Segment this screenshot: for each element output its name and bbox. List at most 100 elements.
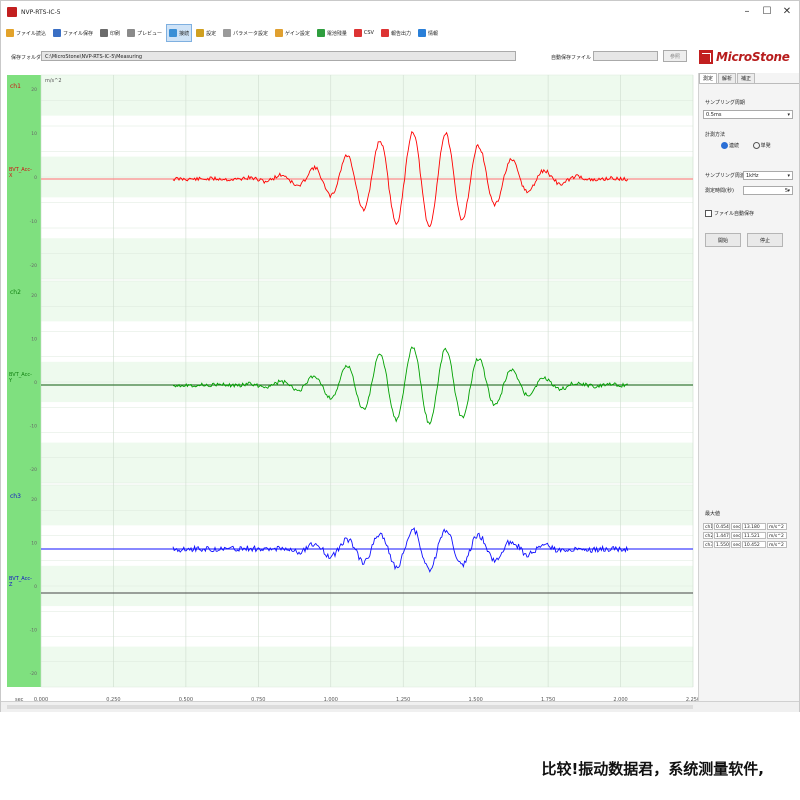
horizontal-scrollbar[interactable] bbox=[7, 705, 693, 709]
sensor-label: X bbox=[9, 173, 13, 179]
toolbar-icon bbox=[169, 29, 178, 37]
readout-cell-ch: ch3 bbox=[703, 541, 713, 548]
maximize-button[interactable]: ☐ bbox=[758, 3, 776, 21]
band-stripe bbox=[41, 115, 693, 157]
toolbar-button-0[interactable]: ファイル読込 bbox=[3, 24, 49, 42]
toolbar: ファイル読込 ファイル保存 印刷 プレビュー 接続 設定 パラメータ設定 ゲイン設定 電池残量 C… bbox=[1, 23, 799, 43]
logo-text: MicroStone bbox=[716, 50, 790, 64]
toolbar-button-6[interactable]: パラメータ設定 bbox=[220, 24, 271, 42]
autosave-file-field[interactable] bbox=[593, 51, 658, 61]
readout-table: ch1 0.454 sec 13.180 m/s^2 ch2 1.447 sec 11.521 m… bbox=[703, 522, 795, 549]
waveform-plot[interactable]: ch1BVT_Acc-X20100-10-20ch2BVT_Acc-Y20100… bbox=[1, 71, 698, 707]
checkbox-icon bbox=[705, 210, 712, 217]
readout-cell-vu: m/s^2 bbox=[767, 523, 787, 530]
sensor-label: Z bbox=[9, 582, 13, 588]
readout-cell-vu: m/s^2 bbox=[767, 541, 787, 548]
readout-cell-t: 0.454 bbox=[714, 523, 730, 530]
readout-row: ch1 0.454 sec 13.180 m/s^2 bbox=[703, 522, 795, 531]
path-row: 保存フォルダ C:\MicroStone\NVP-RTS-IC-5\Measur… bbox=[1, 45, 691, 69]
radio-off-icon bbox=[752, 142, 760, 149]
toolbar-label: ファイル読込 bbox=[16, 30, 47, 37]
app-icon bbox=[7, 7, 17, 17]
readout-cell-t: 1.550 bbox=[714, 541, 730, 548]
close-button[interactable]: ✕ bbox=[778, 3, 796, 21]
y-tick-label: -20 bbox=[30, 467, 37, 473]
toolbar-button-4[interactable]: 接続 bbox=[166, 24, 193, 42]
sensor-label: BVT_Acc- bbox=[9, 167, 32, 173]
toolbar-button-11[interactable]: 情報 bbox=[415, 24, 441, 42]
band-stripe bbox=[41, 442, 693, 483]
readout-cell-vu: m/s^2 bbox=[767, 532, 787, 539]
save-folder-label: 保存フォルダ bbox=[11, 55, 42, 61]
toolbar-button-5[interactable]: 設定 bbox=[193, 24, 219, 42]
toolbar-label: 電池残量 bbox=[326, 30, 347, 37]
toolbar-icon bbox=[53, 29, 62, 37]
toolbar-button-10[interactable]: 報告出力 bbox=[378, 24, 414, 42]
toolbar-icon bbox=[380, 29, 389, 37]
unit-label: m/s^2 bbox=[45, 78, 62, 84]
tab-analysis[interactable]: 解析 bbox=[718, 73, 737, 83]
sampling-select[interactable]: 0.5ms bbox=[703, 110, 793, 119]
browse-button[interactable]: 参照 bbox=[663, 50, 687, 62]
band-stripe bbox=[41, 646, 693, 687]
y-tick-label: -10 bbox=[30, 219, 37, 225]
app-window: NVP-RTS-IC-5 – ☐ ✕ ファイル読込 ファイル保存 印刷 プレビュー 接続… bbox=[0, 0, 800, 712]
caption-text: 比较!振动数据君，系统测量软件, bbox=[541, 760, 764, 778]
y-tick-label: 0 bbox=[34, 175, 37, 181]
readout-cell-ch: ch1 bbox=[703, 523, 713, 530]
status-bar bbox=[1, 701, 799, 712]
toolbar-button-3[interactable]: プレビュー bbox=[124, 24, 165, 42]
tab-calibration[interactable]: 補正 bbox=[737, 73, 756, 83]
channel-label: ch3 bbox=[10, 493, 21, 500]
toolbar-button-9[interactable]: CSV bbox=[351, 24, 377, 42]
microstone-logo: MicroStone bbox=[699, 47, 795, 67]
readout-cell-t: 1.447 bbox=[714, 532, 730, 539]
y-tick-label: 10 bbox=[31, 131, 37, 137]
band-stripe bbox=[41, 75, 693, 116]
y-tick-label: 0 bbox=[34, 380, 37, 386]
sensor-label: BVT_Acc- bbox=[9, 576, 32, 582]
toolbar-label: CSV bbox=[363, 30, 374, 36]
toolbar-icon bbox=[223, 29, 232, 37]
minimize-button[interactable]: – bbox=[738, 3, 756, 21]
band-stripe bbox=[41, 238, 693, 279]
mode-radio-group: 連続 単発 bbox=[721, 142, 771, 149]
toolbar-icon bbox=[316, 29, 325, 37]
mode-option-continuous[interactable]: 連続 bbox=[721, 142, 739, 149]
y-tick-label: -20 bbox=[30, 263, 37, 269]
toolbar-label: 設定 bbox=[206, 30, 217, 37]
channel-label: ch1 bbox=[10, 83, 21, 90]
y-tick-label: 20 bbox=[31, 87, 37, 93]
toolbar-icon bbox=[196, 29, 205, 37]
sampling-label: サンプリング周期 bbox=[705, 100, 745, 106]
panel-tabs: 測定 解析 補正 bbox=[699, 73, 799, 84]
toolbar-label: 報告出力 bbox=[390, 30, 411, 37]
time-input[interactable]: 5 bbox=[743, 186, 793, 195]
save-folder-field[interactable]: C:\MicroStone\NVP-RTS-IC-5\Measuring bbox=[41, 51, 516, 61]
band-stripe bbox=[41, 606, 693, 647]
tab-measure[interactable]: 測定 bbox=[699, 73, 718, 83]
toolbar-icon bbox=[353, 29, 362, 37]
toolbar-button-7[interactable]: ゲイン設定 bbox=[272, 24, 313, 42]
stop-button[interactable]: 停止 bbox=[747, 233, 783, 247]
mode-label: 計測方法 bbox=[705, 132, 726, 138]
toolbar-button-2[interactable]: 印刷 bbox=[97, 24, 123, 42]
band-stripe bbox=[41, 525, 693, 566]
toolbar-button-1[interactable]: ファイル保存 bbox=[50, 24, 96, 42]
autosave-checkbox[interactable]: ファイル自動保存 bbox=[705, 210, 754, 217]
y-tick-label: -10 bbox=[30, 628, 37, 634]
start-button[interactable]: 開始 bbox=[705, 233, 741, 247]
toolbar-button-8[interactable]: 電池残量 bbox=[314, 24, 350, 42]
y-tick-label: 20 bbox=[31, 497, 37, 503]
rate-select[interactable]: 1kHz bbox=[743, 171, 793, 180]
toolbar-icon bbox=[274, 29, 283, 37]
mode-option-single[interactable]: 単発 bbox=[752, 142, 771, 149]
control-panel: 測定 解析 補正 サンプリング周期 0.5ms 計測方法 連続 単発 サンプリン… bbox=[698, 73, 799, 701]
y-tick-label: 10 bbox=[31, 541, 37, 547]
toolbar-label: 印刷 bbox=[110, 30, 121, 37]
logo-mark-icon bbox=[699, 50, 713, 64]
y-tick-label: -10 bbox=[30, 424, 37, 430]
readout-row: ch2 1.447 sec 11.521 m/s^2 bbox=[703, 531, 795, 540]
y-tick-label: 20 bbox=[31, 293, 37, 299]
readout-cell-ch: ch2 bbox=[703, 532, 713, 539]
